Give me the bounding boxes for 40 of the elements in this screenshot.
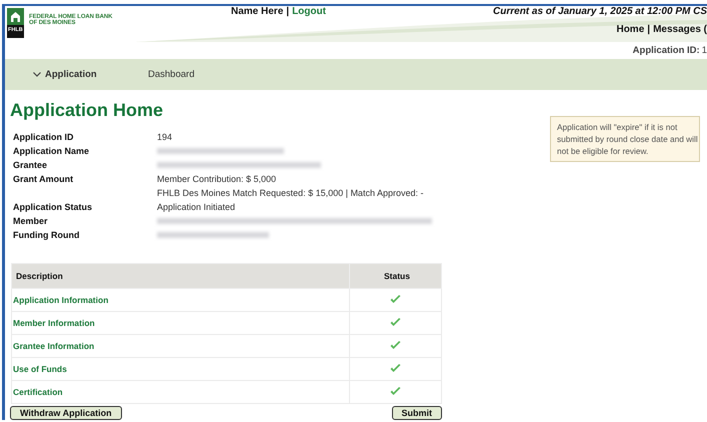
field-label: Grantee <box>12 159 48 172</box>
field-value: Member Contribution: $ 5,000 <box>157 173 278 186</box>
separator: | <box>647 24 650 35</box>
checkmark-icon <box>390 364 401 372</box>
checkmark-icon <box>390 294 401 304</box>
withdraw-button[interactable]: Withdraw Application <box>10 406 122 420</box>
header-link[interactable]: Messages ( <box>653 24 707 35</box>
submit-button[interactable]: Submit <box>392 406 442 420</box>
checkmark-icon <box>390 386 401 396</box>
expiry-notice: Application will "expire" if it is not submitted by round close date and will not be eligible for review. <box>550 116 700 162</box>
nav-item[interactable]: Dashboard <box>148 69 263 80</box>
section-link[interactable]: Certification <box>13 387 63 397</box>
nav-item[interactable]: Application <box>33 69 148 80</box>
application-id-label: Application ID: <box>632 45 700 56</box>
column-header: Description <box>12 264 350 288</box>
user-name: Name Here <box>231 6 284 17</box>
field-label: Funding Round <box>12 229 80 242</box>
field-label: Member <box>12 215 49 228</box>
chevron-down-icon <box>33 72 41 78</box>
field-label: Grant Amount <box>12 173 74 186</box>
logo-icon <box>7 8 24 38</box>
header-link[interactable]: Home <box>616 24 644 35</box>
section-link[interactable]: Use of Funds <box>13 364 67 374</box>
current-as-of-text: Current as of January 1, 2025 at 12:00 PM CS <box>493 6 707 17</box>
field-label: Application Name <box>12 145 90 158</box>
field-label: Application ID <box>12 131 74 144</box>
section-link[interactable]: Application Information <box>13 295 108 305</box>
section-link[interactable]: Grantee Information <box>13 341 94 351</box>
column-header: Status <box>350 264 442 288</box>
checkmark-icon <box>390 340 401 350</box>
separator: | <box>286 6 290 17</box>
checkmark-icon <box>390 318 401 326</box>
logout-link[interactable]: Logout <box>292 6 326 17</box>
field-value: FHLB Des Moines Match Requested: $ 15,000 | Match Approved: - <box>157 187 424 200</box>
field-value: Application Initiated <box>157 201 236 214</box>
field-label: Application Status <box>12 201 94 214</box>
field-value: 194 <box>157 131 172 144</box>
section-link[interactable]: Member Information <box>13 318 95 328</box>
page-title: Application Home <box>10 100 164 121</box>
application-id-value: 1 <box>702 45 707 56</box>
